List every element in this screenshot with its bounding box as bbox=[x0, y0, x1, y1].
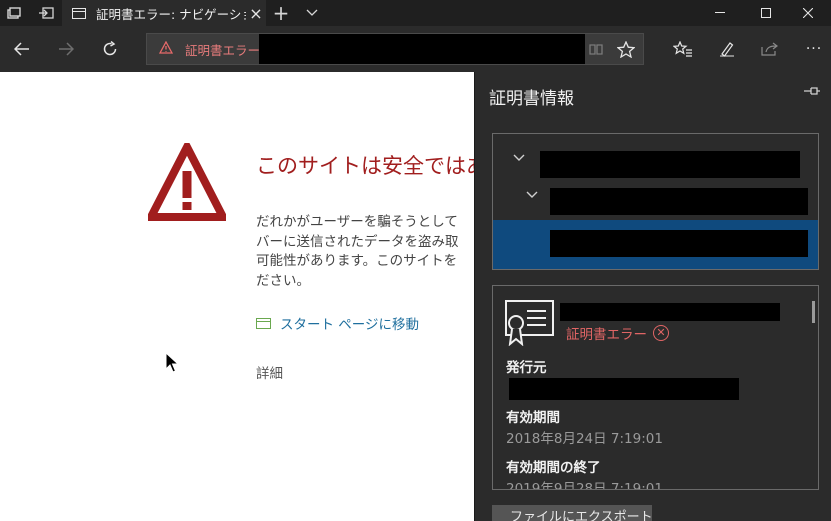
valid-from-label: 有効期間 bbox=[506, 410, 560, 426]
certificate-details: 証明書エラー ✕ 発行元 有効期間 2018年8月24日 7:19:01 有効期… bbox=[492, 285, 819, 490]
refresh-icon bbox=[103, 41, 117, 56]
certificate-status: 証明書エラー ✕ bbox=[566, 323, 669, 343]
certificate-chain-tree bbox=[492, 133, 819, 270]
new-tab-button[interactable]: + bbox=[270, 0, 292, 26]
back-arrow-icon bbox=[14, 42, 29, 56]
tab-certificate-error[interactable]: 証明書エラー: ナビゲーション × bbox=[62, 0, 266, 26]
start-page-icon bbox=[256, 317, 271, 329]
favorites-list-icon bbox=[673, 41, 692, 57]
description-line: だれかがユーザーを騙そうとして bbox=[256, 214, 458, 230]
details-scrollbar[interactable] bbox=[812, 301, 815, 323]
more-button[interactable]: ··· bbox=[792, 26, 831, 72]
panel-title: 証明書情報 bbox=[489, 89, 574, 109]
issuer-label: 発行元 bbox=[506, 360, 547, 376]
details-link[interactable]: 詳細 bbox=[256, 362, 283, 382]
description-line: バーに送信されたデータを盗み取 bbox=[256, 233, 459, 250]
tab-preview-icon[interactable] bbox=[4, 0, 24, 26]
notes-button[interactable] bbox=[705, 26, 749, 72]
share-icon bbox=[761, 42, 778, 56]
chevron-down-icon[interactable] bbox=[513, 154, 525, 162]
description-line: 可能性があります。このサイトを bbox=[256, 253, 458, 269]
tab-list-button[interactable] bbox=[300, 0, 324, 26]
warning-triangle-icon bbox=[148, 143, 226, 221]
redacted-cert-name bbox=[550, 188, 808, 215]
forward-button[interactable] bbox=[44, 26, 88, 72]
address-bar[interactable]: 証明書エラー bbox=[146, 33, 644, 65]
title-bar: 証明書エラー: ナビゲーション × + bbox=[0, 0, 831, 26]
redacted-cert-subject bbox=[560, 303, 780, 321]
close-icon bbox=[803, 8, 813, 18]
certificate-info-panel: 証明書情報 証明書エラー ✕ 発行元 有効期間 2018年8月24日 7:19:… bbox=[474, 72, 831, 521]
redacted-url bbox=[259, 34, 585, 64]
chevron-down-icon bbox=[306, 9, 318, 16]
add-favorite-star-icon[interactable] bbox=[609, 34, 643, 64]
valid-from-value: 2018年8月24日 7:19:01 bbox=[506, 431, 663, 447]
maximize-button[interactable] bbox=[743, 0, 789, 26]
tab-title: 証明書エラー: ナビゲーション bbox=[96, 6, 246, 22]
mouse-cursor-icon bbox=[165, 352, 179, 373]
set-aside-tabs-icon[interactable] bbox=[34, 0, 58, 26]
maximize-icon bbox=[761, 8, 771, 18]
page-icon bbox=[72, 7, 86, 19]
tab-close-button[interactable]: × bbox=[246, 4, 266, 23]
status-text: 証明書エラー bbox=[566, 327, 647, 343]
minimize-button[interactable] bbox=[697, 0, 743, 26]
refresh-button[interactable] bbox=[88, 26, 132, 72]
back-button[interactable] bbox=[0, 26, 44, 72]
start-link-label: スタート ページに移動 bbox=[280, 317, 420, 333]
export-to-file-button[interactable]: ファイルにエクスポート bbox=[492, 505, 652, 521]
close-button[interactable] bbox=[785, 0, 831, 26]
reading-view-icon[interactable] bbox=[585, 34, 607, 64]
warning-icon[interactable] bbox=[158, 40, 177, 58]
valid-to-label: 有効期間の終了 bbox=[506, 460, 601, 476]
navigation-bar: 証明書エラー ··· bbox=[0, 26, 831, 72]
redacted-cert-name bbox=[550, 230, 808, 257]
go-to-start-page-link[interactable]: スタート ページに移動 bbox=[256, 313, 419, 333]
error-circle-icon: ✕ bbox=[653, 325, 669, 341]
warning-description: だれかがユーザーを騙そうとして バーに送信されたデータを盗み取 可能性があります… bbox=[256, 213, 474, 291]
redacted-cert-name bbox=[540, 151, 800, 178]
tree-item-root[interactable] bbox=[493, 144, 818, 181]
pin-panel-icon[interactable] bbox=[803, 84, 821, 102]
page-title: このサイトは安全ではあ bbox=[256, 154, 474, 178]
description-line: ださい。 bbox=[256, 272, 310, 289]
minimize-icon bbox=[715, 12, 725, 13]
forward-arrow-icon bbox=[59, 42, 74, 56]
redacted-issuer bbox=[509, 378, 739, 400]
pen-icon bbox=[720, 42, 734, 57]
certificate-error-label[interactable]: 証明書エラー bbox=[185, 40, 260, 59]
tree-item-intermediate[interactable] bbox=[493, 181, 818, 218]
favorites-hub-button[interactable] bbox=[661, 26, 705, 72]
chevron-down-icon[interactable] bbox=[526, 191, 538, 199]
tree-item-leaf-selected[interactable] bbox=[493, 220, 818, 269]
share-button[interactable] bbox=[748, 26, 792, 72]
certificate-icon bbox=[505, 300, 554, 346]
valid-to-value: 2019年9月28日 7:19:01 bbox=[506, 481, 663, 490]
